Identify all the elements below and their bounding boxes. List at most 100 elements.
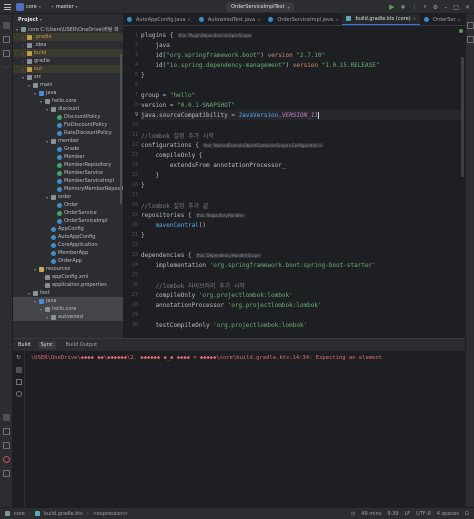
line-number[interactable]: 21: [132, 232, 138, 238]
tree-item[interactable]: ▾ hello.core: [13, 305, 123, 313]
commit-tool-icon[interactable]: [3, 36, 10, 43]
file-encoding[interactable]: UTF-8: [416, 511, 431, 517]
tree-item[interactable]: Order: [13, 201, 123, 209]
editor-tab[interactable]: AutoAppConfig.java ✕: [123, 14, 195, 25]
structure-tool-icon[interactable]: [3, 50, 10, 57]
tree-item[interactable]: ▾ member: [13, 137, 123, 145]
more-icon[interactable]: ⋮: [412, 4, 418, 11]
minimize-icon[interactable]: –: [444, 4, 447, 11]
notifications-icon[interactable]: [467, 22, 474, 29]
line-number[interactable]: 13: [132, 152, 138, 158]
tree-item[interactable]: ▾ main: [13, 81, 123, 89]
code-line[interactable]: }: [141, 230, 461, 240]
project-panel-header[interactable]: Project ▾: [13, 14, 123, 25]
line-number[interactable]: 24: [132, 262, 138, 268]
code-line[interactable]: }: [141, 180, 461, 190]
tree-item[interactable]: Member: [13, 153, 123, 161]
tree-item[interactable]: ▾ java: [13, 297, 123, 305]
crumb-file[interactable]: build.gradle.kts: [44, 511, 83, 517]
line-number[interactable]: 20: [132, 222, 138, 228]
rerun-icon[interactable]: ↻: [16, 355, 22, 361]
code-line[interactable]: repositories {this: RepositoryHandler: [141, 210, 461, 220]
editor-scroll-thumb[interactable]: [461, 57, 464, 177]
tree-item[interactable]: CoreApplication: [13, 241, 123, 249]
code-line[interactable]: mavenCentral(): [141, 220, 461, 230]
code-line[interactable]: version = "0.0.1-SNAPSHOT": [141, 100, 461, 110]
tree-item[interactable]: ▾ resources: [13, 265, 123, 273]
project-switcher[interactable]: core ▾: [11, 2, 46, 11]
line-number[interactable]: 27: [132, 292, 138, 298]
editor-tab[interactable]: build.gradle.kts (core) ✕: [342, 14, 421, 25]
tree-item[interactable]: appConfig.xml: [13, 273, 123, 281]
tree-item[interactable]: AutoAppConfig: [13, 233, 123, 241]
line-number[interactable]: 30: [132, 322, 138, 328]
tree-item[interactable]: RateDiscountPolicy: [13, 129, 123, 137]
code-line[interactable]: annotationProcessor 'org.projectlombok:l…: [141, 300, 461, 310]
code-line[interactable]: [141, 120, 461, 130]
line-number[interactable]: 12: [132, 142, 138, 148]
editor-scrollbar[interactable]: [458, 27, 465, 338]
tree-item[interactable]: OrderServiceImpl: [13, 217, 123, 225]
branch-switcher[interactable]: ⑂ master ▾: [46, 4, 83, 10]
line-number[interactable]: 6: [135, 82, 138, 88]
code-line[interactable]: testCompileOnly 'org.projectlombok:lombo…: [141, 320, 461, 330]
tree-item[interactable]: ▾ java: [13, 89, 123, 97]
tree-item[interactable]: ▾ order: [13, 193, 123, 201]
project-scrollbar[interactable]: [120, 54, 122, 204]
line-number[interactable]: 15: [132, 172, 138, 178]
stop-icon[interactable]: [16, 367, 22, 373]
main-menu-icon[interactable]: [4, 3, 11, 10]
tree-item[interactable]: ▾ hello.core: [13, 97, 123, 105]
code-line[interactable]: id("org.springframework.boot") version "…: [141, 50, 461, 60]
cursor-position[interactable]: 9:39: [387, 511, 398, 517]
tree-item[interactable]: OrderService: [13, 209, 123, 217]
line-number[interactable]: 4: [135, 62, 138, 68]
tree-item[interactable]: application.properties: [13, 281, 123, 289]
line-number[interactable]: 25: [132, 272, 138, 278]
search-icon[interactable]: ⌕: [424, 3, 427, 11]
code-line[interactable]: plugins {this: PluginDependenciesSpecSco…: [141, 30, 461, 40]
tree-item[interactable]: › .idea: [13, 41, 123, 49]
code-line[interactable]: //lombok 라이브러리 추가 시작: [141, 280, 461, 290]
line-number[interactable]: 19: [132, 212, 138, 218]
tree-item[interactable]: ▾ core C:\Users\USER\OneDrive\바탕 화: [13, 25, 123, 33]
project-tool-icon[interactable]: [3, 22, 10, 29]
code-line[interactable]: [141, 240, 461, 250]
terminal-tool-icon[interactable]: [3, 442, 10, 449]
indent-setting[interactable]: 4 spaces: [437, 511, 459, 517]
close-tab-icon[interactable]: ✕: [335, 17, 338, 22]
crumb-expression[interactable]: <expression>: [93, 511, 128, 517]
more-tools-icon[interactable]: ⋯: [3, 64, 10, 71]
code-line[interactable]: compileOnly {: [141, 150, 461, 160]
tab-build-output[interactable]: Build Output: [63, 341, 101, 349]
line-number[interactable]: 22: [132, 242, 138, 248]
line-number[interactable]: 14: [132, 162, 138, 168]
line-number[interactable]: 1: [135, 32, 138, 38]
line-separator[interactable]: LF: [405, 511, 411, 517]
code-editor[interactable]: 1 2 3 4 5 6 7 8 9 10 11 12 13 14 15 16 17 18 19 20 21 22 23 24 2…: [123, 27, 465, 338]
line-number[interactable]: 18: [132, 202, 138, 208]
line-number[interactable]: 11: [132, 132, 138, 138]
tree-item[interactable]: MemoryMemberRepository: [13, 185, 123, 193]
debug-icon[interactable]: ✱: [401, 4, 406, 11]
tree-item[interactable]: ▾ src: [13, 73, 123, 81]
crumb-project[interactable]: core: [14, 511, 25, 517]
code-line[interactable]: java.sourceCompatibility = JavaVersion. V…: [141, 110, 461, 120]
build-error-line[interactable]: \USER\OneDrive\◆◆◆◆ ◆◆\◆◆◆◆◆◆\2. ◆◆◆◆◆◆ …: [31, 355, 461, 361]
line-number[interactable]: 28: [132, 302, 138, 308]
tree-item[interactable]: AppConfig: [13, 225, 123, 233]
line-number[interactable]: 10: [132, 122, 138, 128]
tree-item[interactable]: ▾ test: [13, 289, 123, 297]
tree-item[interactable]: DiscountPolicy: [13, 113, 123, 121]
tree-item[interactable]: › .gradle: [13, 33, 123, 41]
inspection-status-icon[interactable]: [459, 29, 463, 33]
tab-sync[interactable]: Sync: [37, 341, 56, 349]
line-number[interactable]: 23: [132, 252, 138, 258]
code-line[interactable]: group = "hello": [141, 90, 461, 100]
line-number[interactable]: 5: [135, 72, 138, 78]
run-tool-icon[interactable]: [3, 428, 10, 435]
tree-item[interactable]: MemberApp: [13, 249, 123, 257]
code-line[interactable]: //lombok 설정 추가 시작: [141, 130, 461, 140]
code-line[interactable]: configurations {this: NamedDomainObjectC…: [141, 140, 461, 150]
line-number[interactable]: 8: [135, 102, 138, 108]
